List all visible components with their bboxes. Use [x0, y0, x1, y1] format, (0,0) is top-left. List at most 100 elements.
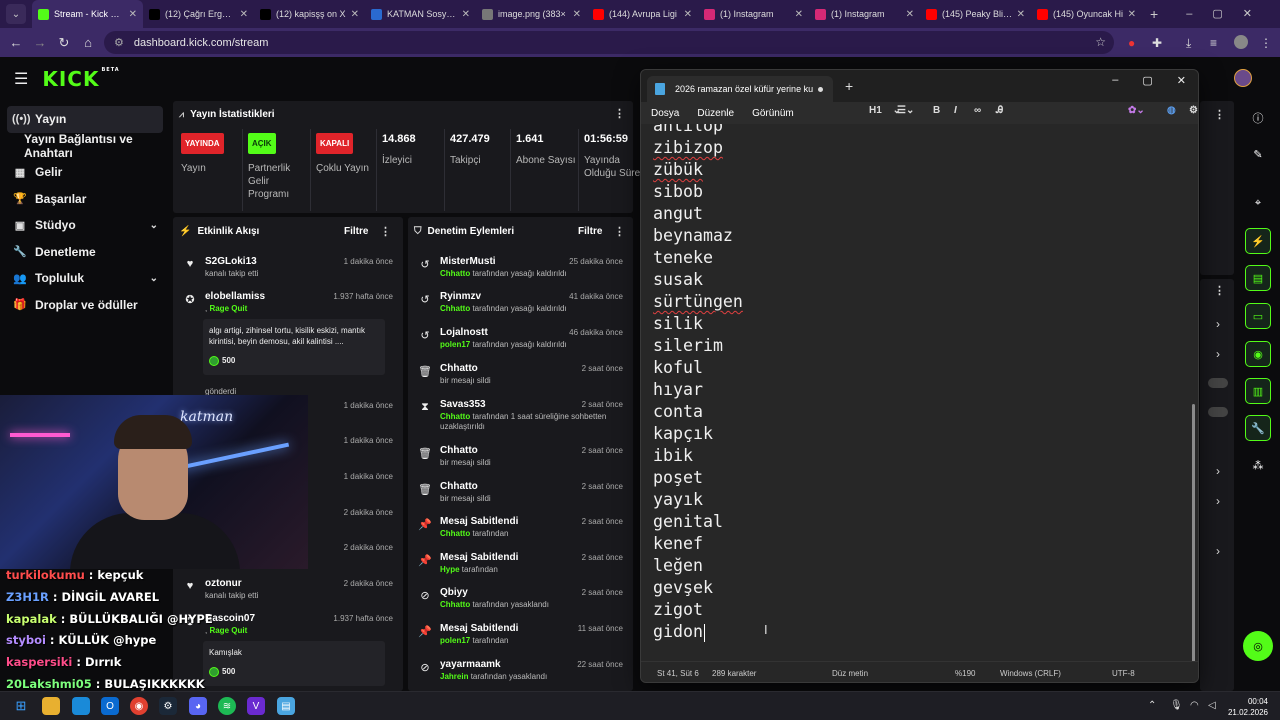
chevron-down-icon[interactable]: ⌄ [150, 220, 158, 231]
tab-close-icon[interactable]: ✕ [684, 9, 692, 20]
tab-close-icon[interactable]: ✕ [351, 9, 359, 20]
browser-menu-icon[interactable]: ⋮ [1260, 36, 1272, 50]
notepad-new-tab-button[interactable]: + [845, 78, 853, 94]
browser-tab[interactable]: (1) Instagram ✕ [809, 0, 920, 28]
maximize-icon[interactable]: ▢ [1142, 74, 1152, 87]
extension-icon[interactable]: ● [1128, 36, 1135, 50]
moderation-target[interactable]: Lojalnostt [440, 327, 488, 338]
notepad-editor[interactable]: antilop zibizop zübük sibob angut beynamaz ten… [641, 124, 1198, 661]
menu-view[interactable]: Görünüm [752, 108, 794, 119]
sidebar-item[interactable]: ((•)) Yayın [7, 106, 163, 133]
new-tab-button[interactable]: + [1142, 6, 1166, 22]
italic-icon[interactable]: I [954, 105, 957, 116]
outlook-icon[interactable]: O [101, 697, 119, 715]
browser-tab[interactable]: (12) Çağrı Ergün on X ✕ [143, 0, 254, 28]
moderation-target[interactable]: MisterMusti [440, 256, 496, 267]
moderation-target[interactable]: Chhatto [440, 363, 478, 374]
edit-icon[interactable]: ✎ [1245, 141, 1271, 167]
moderation-item[interactable]: 🗑 Chhatto 2 saat önce bir mesajı sildi [408, 363, 633, 397]
home-icon[interactable]: ⌂ [76, 35, 100, 50]
browser-tab[interactable]: KATMAN Sosyal S ✕ [365, 0, 476, 28]
moderation-target[interactable]: Mesaj Sabitlendi [440, 623, 518, 634]
browser-tab[interactable]: (1) Instagram ✕ [698, 0, 809, 28]
forward-icon[interactable]: → [28, 35, 52, 50]
moderator-name[interactable]: Chhatto [440, 529, 470, 538]
unsaved-dot-icon[interactable] [818, 86, 823, 92]
link-icon[interactable]: ∞ [974, 105, 981, 116]
toggle-switch[interactable] [1208, 378, 1228, 388]
download-icon[interactable]: ⤓ [1186, 36, 1191, 51]
moderation-item[interactable]: 📌 Mesaj Sabitlendi 2 saat önce Hype tarafın… [408, 552, 633, 586]
moderation-item[interactable]: ↺ Lojalnostt 46 dakika önce polen17 tarafın… [408, 327, 633, 361]
address-bar[interactable]: ⚙ dashboard.kick.com/stream ☆ [104, 31, 1114, 54]
tab-search-button[interactable]: ⌄ [6, 4, 26, 24]
clock[interactable]: 00:04 21.02.2026 [1228, 696, 1268, 718]
broadcast-action-icon[interactable]: ◉ [1245, 341, 1271, 367]
chevron-right-icon[interactable]: › [1216, 494, 1220, 508]
tab-close-icon[interactable]: ✕ [795, 9, 803, 20]
back-icon[interactable]: ← [4, 35, 28, 50]
menu-icon[interactable]: ☰ [14, 69, 28, 89]
wrench-action-icon[interactable]: 🔧 [1245, 415, 1271, 441]
list-icon[interactable]: ☰⌄ [897, 105, 914, 116]
user-avatar[interactable] [1234, 69, 1252, 87]
kick-logo[interactable]: KICK BETA [42, 67, 119, 91]
tray-overflow-icon[interactable]: ⌃ [1148, 700, 1156, 711]
account-icon[interactable]: ◍ [1167, 105, 1176, 116]
moderator-name[interactable]: Jahrein [440, 672, 468, 681]
copilot-icon[interactable]: ✿⌄ [1128, 105, 1145, 116]
activity-item[interactable]: ♥ S2GLoki13 1 dakika önce kanalı takip etti [173, 256, 403, 290]
volume-icon[interactable]: ◁ [1208, 700, 1216, 711]
sidebar-item[interactable]: 👥 Topluluk ⌄ [0, 265, 170, 292]
stats-more-icon[interactable]: ⋮ [614, 107, 625, 120]
microphone-icon[interactable]: 🎙 [1170, 700, 1183, 711]
tab-close-icon[interactable]: ✕ [240, 9, 248, 20]
chrome-icon[interactable]: ◉ [130, 697, 148, 715]
chevron-right-icon[interactable]: › [1216, 347, 1220, 361]
profile-avatar[interactable] [1234, 35, 1248, 49]
activity-username[interactable]: oztonur [205, 578, 242, 589]
chevron-right-icon[interactable]: › [1216, 464, 1220, 478]
site-info-icon[interactable]: ⚙ [114, 36, 124, 49]
focus-icon[interactable]: ⌖ [1245, 190, 1271, 216]
activity-filter-button[interactable]: Filtre [344, 226, 368, 237]
moderation-target[interactable]: Chhatto [440, 445, 478, 456]
browser-tab[interactable]: (145) Oyuncak Hi ✕ [1031, 0, 1142, 28]
moderation-item[interactable]: ⊘ yayarmaamk 22 saat önce Jahrein tarafında… [408, 659, 633, 691]
extensions-puzzle-icon[interactable]: ✚ [1152, 36, 1162, 50]
minimize-icon[interactable]: – [1112, 74, 1118, 87]
tab-close-icon[interactable]: ✕ [1128, 9, 1136, 20]
moderation-target[interactable]: Mesaj Sabitlendi [440, 516, 518, 527]
moderation-item[interactable]: ↺ Ryinmzv 41 dakika önce Chhatto tarafından… [408, 291, 633, 325]
chat-action-icon[interactable]: ▭ [1245, 303, 1271, 329]
right-more-icon-2[interactable]: ⋮ [1214, 284, 1225, 297]
bookmark-star-icon[interactable]: ☆ [1095, 35, 1106, 49]
sidebar-item[interactable]: ▣ Stüdyo ⌄ [0, 212, 170, 239]
moderation-target[interactable]: Chhatto [440, 481, 478, 492]
tab-close-icon[interactable]: ✕ [1017, 9, 1025, 20]
moderation-item[interactable]: ↺ MisterMusti 25 dakika önce Chhatto tarafı… [408, 256, 633, 290]
discord-icon[interactable]: ◕ [189, 697, 207, 715]
activity-more-icon[interactable]: ⋮ [380, 225, 391, 238]
settings-gear-icon[interactable]: ⚙ [1189, 105, 1198, 116]
menu-edit[interactable]: Düzenle [697, 108, 734, 119]
moderation-target[interactable]: Savas353 [440, 399, 486, 410]
tab-close-icon[interactable]: ✕ [129, 9, 137, 20]
info-icon[interactable]: ⓘ [1245, 105, 1271, 131]
moderation-target[interactable]: Qbiyy [440, 587, 468, 598]
tab-close-icon[interactable]: ✕ [906, 9, 914, 20]
steam-icon[interactable]: ⚙ [159, 697, 177, 715]
layout-action-icon[interactable]: ▥ [1245, 378, 1271, 404]
moderator-name[interactable]: Chhatto [440, 600, 470, 609]
window-controls[interactable]: –▢✕ [1186, 7, 1272, 20]
moderation-item[interactable]: ⧗ Savas353 2 saat önce Chhatto tarafından 1… [408, 399, 633, 433]
chevron-down-icon[interactable]: ⌄ [150, 273, 158, 284]
sidebar-item[interactable]: Yayın Bağlantısı ve Anahtarı [0, 132, 170, 160]
right-more-icon[interactable]: ⋮ [1214, 108, 1225, 121]
notepad-taskbar-icon[interactable]: ▤ [277, 697, 295, 715]
store-icon[interactable] [72, 697, 90, 715]
browser-tab[interactable]: Stream - Kick Dashboard ✕ [32, 0, 143, 28]
nodes-icon[interactable]: ⁂ [1245, 452, 1271, 478]
sidebar-item[interactable]: 🔧 Denetleme [0, 239, 170, 266]
app-icon[interactable]: V [247, 697, 265, 715]
